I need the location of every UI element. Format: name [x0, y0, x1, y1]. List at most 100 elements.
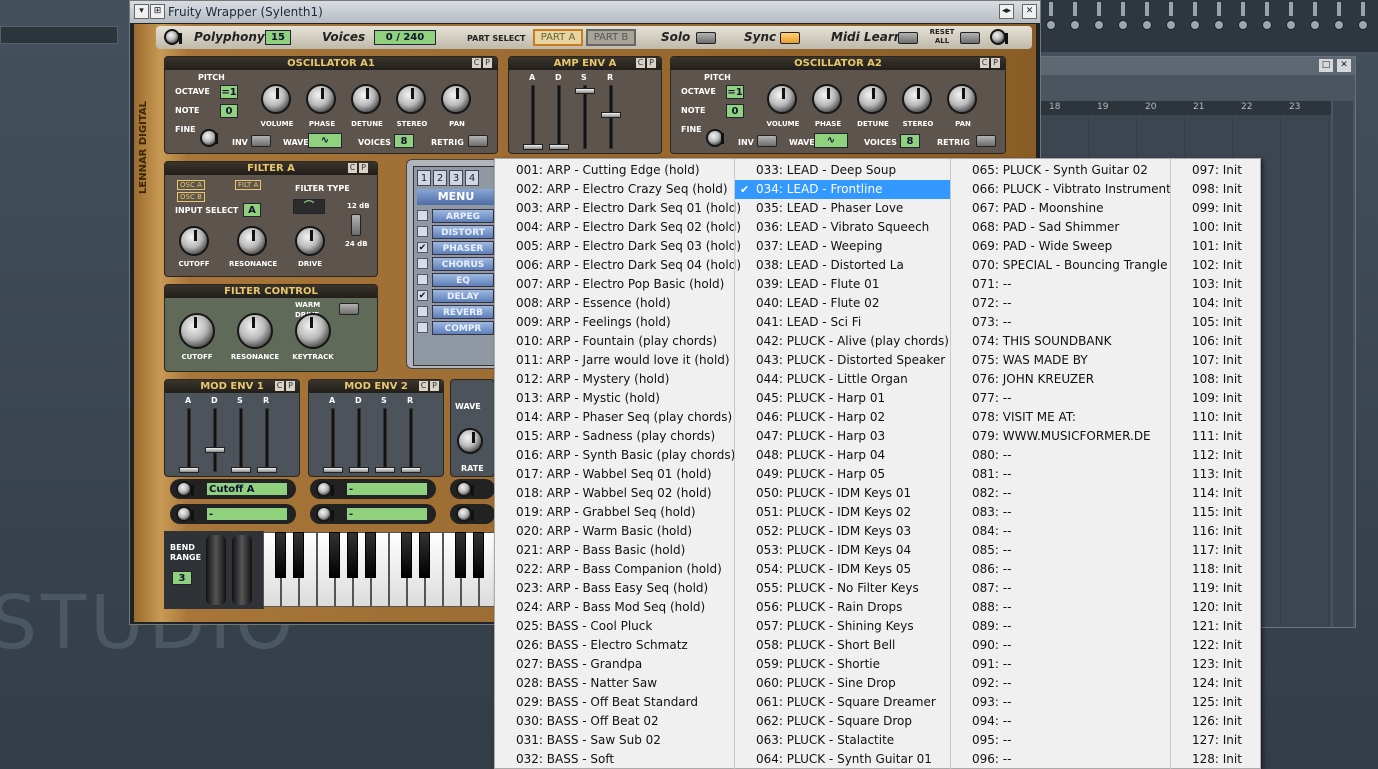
- preset-item[interactable]: 126: Init: [1171, 712, 1261, 731]
- amp-env-paste-button[interactable]: P: [647, 58, 656, 68]
- preset-item[interactable]: 017: ARP - Wabbel Seq 01 (hold): [495, 465, 734, 484]
- osc-phase-knob[interactable]: [306, 84, 336, 114]
- preset-item[interactable]: 074: THIS SOUNDBANK: [951, 332, 1170, 351]
- preset-item[interactable]: 030: BASS - Off Beat 02: [495, 712, 734, 731]
- slider-handle-icon[interactable]: [205, 447, 225, 453]
- fine-knob[interactable]: [706, 129, 724, 147]
- preset-item[interactable]: 009: ARP - Feelings (hold): [495, 313, 734, 332]
- preset-item[interactable]: 124: Init: [1171, 674, 1261, 693]
- pitch-bend-wheel[interactable]: [206, 535, 226, 605]
- menu-item-compr[interactable]: COMPR: [417, 321, 497, 335]
- osc-detune-knob[interactable]: [351, 84, 381, 114]
- sync-button[interactable]: [780, 32, 800, 44]
- preset-item[interactable]: 040: LEAD - Flute 02: [735, 294, 950, 313]
- preset-item[interactable]: 019: ARP - Grabbel Seq (hold): [495, 503, 734, 522]
- plugin-titlebar[interactable]: ▾ ⊞ Fruity Wrapper (Sylenth1) ◂▸ ✕: [130, 1, 1040, 23]
- preset-item[interactable]: 032: BASS - Soft: [495, 750, 734, 769]
- close-icon[interactable]: ✕: [1022, 4, 1037, 19]
- preset-item[interactable]: 091: --: [951, 655, 1170, 674]
- effect-label[interactable]: DISTORT: [432, 225, 494, 239]
- part-a-button[interactable]: PART A: [533, 29, 583, 46]
- wave-display[interactable]: ∿: [308, 133, 342, 148]
- preset-item[interactable]: 001: ARP - Cutting Edge (hold): [495, 161, 734, 180]
- piano-black-key[interactable]: [455, 532, 466, 578]
- inv-button[interactable]: [251, 135, 271, 147]
- mixer-knob[interactable]: [1166, 20, 1176, 30]
- preset-item[interactable]: 021: ARP - Bass Basic (hold): [495, 541, 734, 560]
- menu-tab-3[interactable]: 3: [449, 170, 463, 186]
- preset-item[interactable]: 018: ARP - Wabbel Seq 02 (hold): [495, 484, 734, 503]
- preset-item[interactable]: 025: BASS - Cool Pluck: [495, 617, 734, 636]
- piano-black-key[interactable]: [293, 532, 304, 578]
- filter-drive-knob[interactable]: [295, 226, 325, 256]
- piano-black-key[interactable]: [329, 532, 340, 578]
- preset-item[interactable]: 024: ARP - Bass Mod Seq (hold): [495, 598, 734, 617]
- effect-checkbox[interactable]: [417, 274, 428, 285]
- piano-black-key[interactable]: [365, 532, 376, 578]
- piano-roll-scrollbar[interactable]: [1333, 101, 1353, 627]
- reset-all-button[interactable]: [960, 32, 980, 44]
- menu-arrow-icon[interactable]: ▾: [134, 4, 149, 19]
- close-icon[interactable]: ✕: [1337, 59, 1351, 72]
- mod-amount-knob[interactable]: [176, 506, 194, 522]
- slider-handle-icon[interactable]: [257, 467, 277, 473]
- preset-item[interactable]: 048: PLUCK - Harp 04: [735, 446, 950, 465]
- preset-item[interactable]: 011: ARP - Jarre would love it (hold): [495, 351, 734, 370]
- preset-item[interactable]: 012: ARP - Mystery (hold): [495, 370, 734, 389]
- preset-item[interactable]: 060: PLUCK - Sine Drop: [735, 674, 950, 693]
- piano-roll-titlebar[interactable]: □ ✕: [1041, 57, 1355, 75]
- env-d-slider[interactable]: [549, 85, 569, 150]
- effect-label[interactable]: PHASER: [432, 241, 494, 255]
- preset-item[interactable]: 110: Init: [1171, 408, 1261, 427]
- preset-item[interactable]: 004: ARP - Electro Dark Seq 02 (hold): [495, 218, 741, 237]
- preset-item[interactable]: 067: PAD - Moonshine: [951, 199, 1170, 218]
- preset-item[interactable]: 050: PLUCK - IDM Keys 01: [735, 484, 950, 503]
- left-browser-bar[interactable]: [0, 26, 118, 44]
- preset-item[interactable]: 068: PAD - Sad Shimmer: [951, 218, 1170, 237]
- osc-a1-paste-button[interactable]: P: [483, 58, 492, 68]
- preset-item[interactable]: ✔ 034: LEAD - Frontline: [735, 180, 950, 199]
- preset-item[interactable]: 128: Init: [1171, 750, 1261, 769]
- preset-item[interactable]: 045: PLUCK - Harp 01: [735, 389, 950, 408]
- env-d-slider[interactable]: [349, 408, 369, 473]
- env-r-slider[interactable]: [257, 408, 277, 473]
- preset-item[interactable]: 099: Init: [1171, 199, 1261, 218]
- mixer-fader-icon[interactable]: [1121, 2, 1125, 16]
- preset-item[interactable]: 127: Init: [1171, 731, 1261, 750]
- osc-a1-copy-button[interactable]: C: [472, 58, 481, 68]
- mod-amount-knob[interactable]: [316, 506, 334, 522]
- preset-item[interactable]: 122: Init: [1171, 636, 1261, 655]
- preset-item[interactable]: 007: ARP - Electro Pop Basic (hold): [495, 275, 734, 294]
- menu-item-chorus[interactable]: CHORUS: [417, 257, 497, 271]
- preset-item[interactable]: 016: ARP - Synth Basic (play chords): [495, 446, 735, 465]
- mixer-knob[interactable]: [1262, 20, 1272, 30]
- preset-item[interactable]: 037: LEAD - Weeping: [735, 237, 950, 256]
- mixer-fader-icon[interactable]: [1193, 2, 1197, 16]
- effect-checkbox[interactable]: [417, 322, 428, 333]
- preset-item[interactable]: 080: --: [951, 446, 1170, 465]
- osc-volume-knob[interactable]: [767, 84, 797, 114]
- env-a-slider[interactable]: [323, 408, 343, 473]
- osc-pan-knob[interactable]: [441, 84, 471, 114]
- db-slope-switch[interactable]: [351, 214, 361, 236]
- octave-display[interactable]: =1: [726, 85, 744, 99]
- lfo-dest-1[interactable]: [450, 479, 495, 499]
- effect-checkbox[interactable]: [417, 258, 428, 269]
- mixer-knob[interactable]: [1334, 20, 1344, 30]
- piano-black-key[interactable]: [419, 532, 430, 578]
- effect-checkbox[interactable]: [417, 210, 428, 221]
- preset-item[interactable]: 100: Init: [1171, 218, 1261, 237]
- preset-item[interactable]: 046: PLUCK - Harp 02: [735, 408, 950, 427]
- preset-item[interactable]: 082: --: [951, 484, 1170, 503]
- preset-item[interactable]: 003: ARP - Electro Dark Seq 01 (hold): [495, 199, 741, 218]
- preset-item[interactable]: 020: ARP - Warm Basic (hold): [495, 522, 734, 541]
- mod-env-1-copy-button[interactable]: C: [275, 381, 284, 391]
- mixer-fader-icon[interactable]: [1361, 2, 1365, 16]
- preset-item[interactable]: 076: JOHN KREUZER: [951, 370, 1170, 389]
- effect-label[interactable]: DELAY: [432, 289, 494, 303]
- mixer-fader-icon[interactable]: [1337, 2, 1341, 16]
- preset-item[interactable]: 085: --: [951, 541, 1170, 560]
- preset-item[interactable]: 039: LEAD - Flute 01: [735, 275, 950, 294]
- menu-item-eq[interactable]: EQ: [417, 273, 497, 287]
- preset-item[interactable]: 118: Init: [1171, 560, 1261, 579]
